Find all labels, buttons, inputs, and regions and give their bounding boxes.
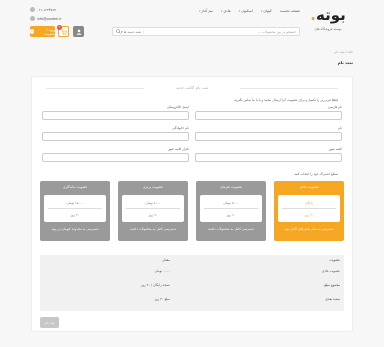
- plan-title: عضویت نقره‌ای: [220, 185, 242, 189]
- last-name-input[interactable]: [195, 132, 342, 141]
- cart-icon: [61, 29, 67, 35]
- email-text: info@pooteh.ir: [37, 16, 62, 21]
- form-title: ثبت نام اکانت جدید: [176, 85, 208, 90]
- plan-price-box: ۵۰۰۰ تومان ۶۰ روز: [200, 195, 262, 222]
- search-category-label: همه دسته ها: [123, 29, 141, 34]
- nav-label: هادی: [223, 9, 231, 13]
- cart-count-badge: 0: [57, 25, 62, 30]
- plan-title: عضویت برنزی: [142, 185, 164, 189]
- page-title: ثبت نام: [337, 60, 353, 65]
- nav-item-5[interactable]: نیم آغاز ▾: [199, 9, 213, 13]
- summary-header-item: عضویت: [329, 258, 340, 262]
- plan-days: ۳۰ روز: [304, 213, 314, 217]
- plan-title: عضویت ماندگاری: [62, 185, 88, 189]
- mail-icon: [30, 16, 35, 21]
- plan-title: عضویت عادی: [299, 185, 319, 189]
- plan-price: ۱۵۰۰۰ تومان: [66, 201, 84, 205]
- logo-text: بوته: [315, 6, 346, 24]
- plan-price: رایگان: [304, 201, 314, 205]
- plan-price-box: ۸۰۰۰ تومان ۹۰ روز: [122, 195, 184, 222]
- chevron-down-icon: ▾: [220, 9, 223, 13]
- submit-button[interactable]: ثبت نام: [40, 317, 59, 328]
- summary-row-value: ۰۰۰۰ تومان: [154, 269, 170, 273]
- site-logo[interactable]: بوته. بوسته فروشگاه های: [302, 6, 354, 40]
- register-card: ثبت نام اکانت جدید لطفا فرم زیر را تکمیل…: [31, 76, 353, 332]
- plan-days: ۹۰ روز: [148, 213, 158, 217]
- password-input[interactable]: [195, 153, 342, 162]
- plan-description: دسترسی به محدوده کیومان در بوته: [51, 227, 99, 231]
- form-intro: لطفا فرم زیر را تکمیل و برای عضویت آنرا …: [233, 98, 339, 102]
- user-icon: [76, 29, 81, 35]
- password-field: کلمه عبور: [195, 147, 342, 162]
- nav-label: اسکیون: [241, 9, 253, 13]
- plan-price-box: ۱۵۰۰۰ تومان ۳۰ روز: [44, 195, 106, 222]
- nav-item-3[interactable]: اسکیون ▾: [239, 9, 253, 13]
- summary-row-label: عضویت عادی: [321, 269, 340, 273]
- summary-row-label: تمدید بعدی: [325, 297, 340, 301]
- plan-card-permanent[interactable]: عضویت ماندگاری ۱۵۰۰۰ تومان ۳۰ روز دسترسی…: [40, 181, 110, 241]
- cart-button[interactable]: 0: [57, 25, 69, 37]
- nav-label: صفحه نخست: [279, 9, 300, 13]
- email-input[interactable]: [42, 111, 189, 120]
- last-name-field: نام: [195, 126, 342, 141]
- plan-price: ۸۰۰۰ تومان: [145, 201, 161, 205]
- chevron-down-icon: ▾: [121, 29, 123, 34]
- phone-icon: [30, 7, 35, 12]
- plan-price-box: رایگان ۳۰ روز: [278, 195, 340, 222]
- page: بوته. بوسته فروشگاه های ۰۲۱-۱۲۳۴۵۶۷ info…: [0, 0, 384, 347]
- search-bar[interactable]: جستجو در بین محصولات ... همه دسته ها ▾: [112, 27, 300, 36]
- plan-days: ۳۰ روز: [70, 213, 80, 217]
- plan-description: دسترسی به تمام بخش‌های کامل بوته: [284, 227, 334, 231]
- logo-tagline: بوسته فروشگاه های: [314, 27, 342, 31]
- search-icon[interactable]: [116, 29, 121, 34]
- plan-description: دسترسی کامل به محصولات داشته: [129, 227, 177, 231]
- first-name-field: نام فارسی: [195, 105, 342, 120]
- nav-item-4[interactable]: هادی ▾: [221, 9, 231, 13]
- login-label: ورود / عضویت: [44, 27, 55, 36]
- plans-label: سطح اشتراک خود را انتخاب کنید: [294, 172, 338, 176]
- contact-phone[interactable]: ۰۲۱-۱۲۳۴۵۶۷: [30, 6, 80, 13]
- main-nav: صفحه نخست کیوان ▾ اسکیون ▾ هادی ▾ نیم آغاز ▾: [199, 9, 300, 13]
- breadcrumb[interactable]: خانه / ثبت نام: [335, 50, 353, 54]
- plan-card-normal[interactable]: عضویت عادی رایگان ۳۰ روز دسترسی به تمام …: [274, 181, 344, 241]
- nav-item-home[interactable]: صفحه نخست: [280, 9, 300, 13]
- plan-card-bronze[interactable]: عضویت برنزی ۸۰۰۰ تومان ۹۰ روز دسترسی کام…: [118, 181, 188, 241]
- contact-email[interactable]: info@pooteh.ir: [30, 15, 80, 22]
- password-repeat-input[interactable]: [42, 153, 189, 162]
- chevron-down-icon: ▾: [238, 9, 241, 13]
- plan-days: ۶۰ روز: [226, 213, 236, 217]
- email-field: ایمیل الکترونیکی: [42, 105, 189, 120]
- first-name-input[interactable]: [195, 111, 342, 120]
- search-input[interactable]: جستجو در بین محصولات ...: [146, 30, 296, 34]
- search-category-select[interactable]: همه دسته ها ▾: [121, 29, 144, 34]
- summary-header-amount: مقدار: [162, 258, 170, 262]
- logo-mark: بوته.: [302, 6, 354, 24]
- password-repeat-field: تکرار کلمه عبور: [42, 147, 189, 162]
- nav-label: نیم آغاز: [201, 9, 213, 13]
- order-summary: عضویت مقدار عضویت عادی ۰۰۰۰ تومان مجموع …: [40, 255, 344, 311]
- plan-description: دسترسی کامل به محصولات داشته: [207, 227, 255, 231]
- summary-row-value: نسخه رایگان / ۳۰ روز: [140, 283, 170, 287]
- plan-price: ۵۰۰۰ تومان: [223, 201, 239, 205]
- login-button[interactable]: ورود / عضویت +: [30, 26, 55, 37]
- mobile-input[interactable]: [42, 132, 189, 141]
- summary-row-value: مبلغ ۳۰ روز: [154, 297, 170, 301]
- contact-info: ۰۲۱-۱۲۳۴۵۶۷ info@pooteh.ir: [30, 6, 80, 24]
- login-plus-icon: +: [30, 29, 35, 34]
- nav-item-2[interactable]: کیوان ▾: [261, 9, 272, 13]
- nav-label: کیوان: [263, 9, 272, 13]
- mobile-field: نام خانوادگی: [42, 126, 189, 141]
- phone-text: ۰۲۱-۱۲۳۴۵۶۷: [37, 7, 56, 12]
- plan-card-silver[interactable]: عضویت نقره‌ای ۵۰۰۰ تومان ۶۰ روز دسترسی ک…: [196, 181, 266, 241]
- summary-row-label: مجموع مبلغ: [324, 283, 340, 287]
- chevron-down-icon: ▾: [199, 9, 201, 13]
- account-button[interactable]: [73, 26, 84, 37]
- chevron-down-icon: ▾: [260, 9, 263, 13]
